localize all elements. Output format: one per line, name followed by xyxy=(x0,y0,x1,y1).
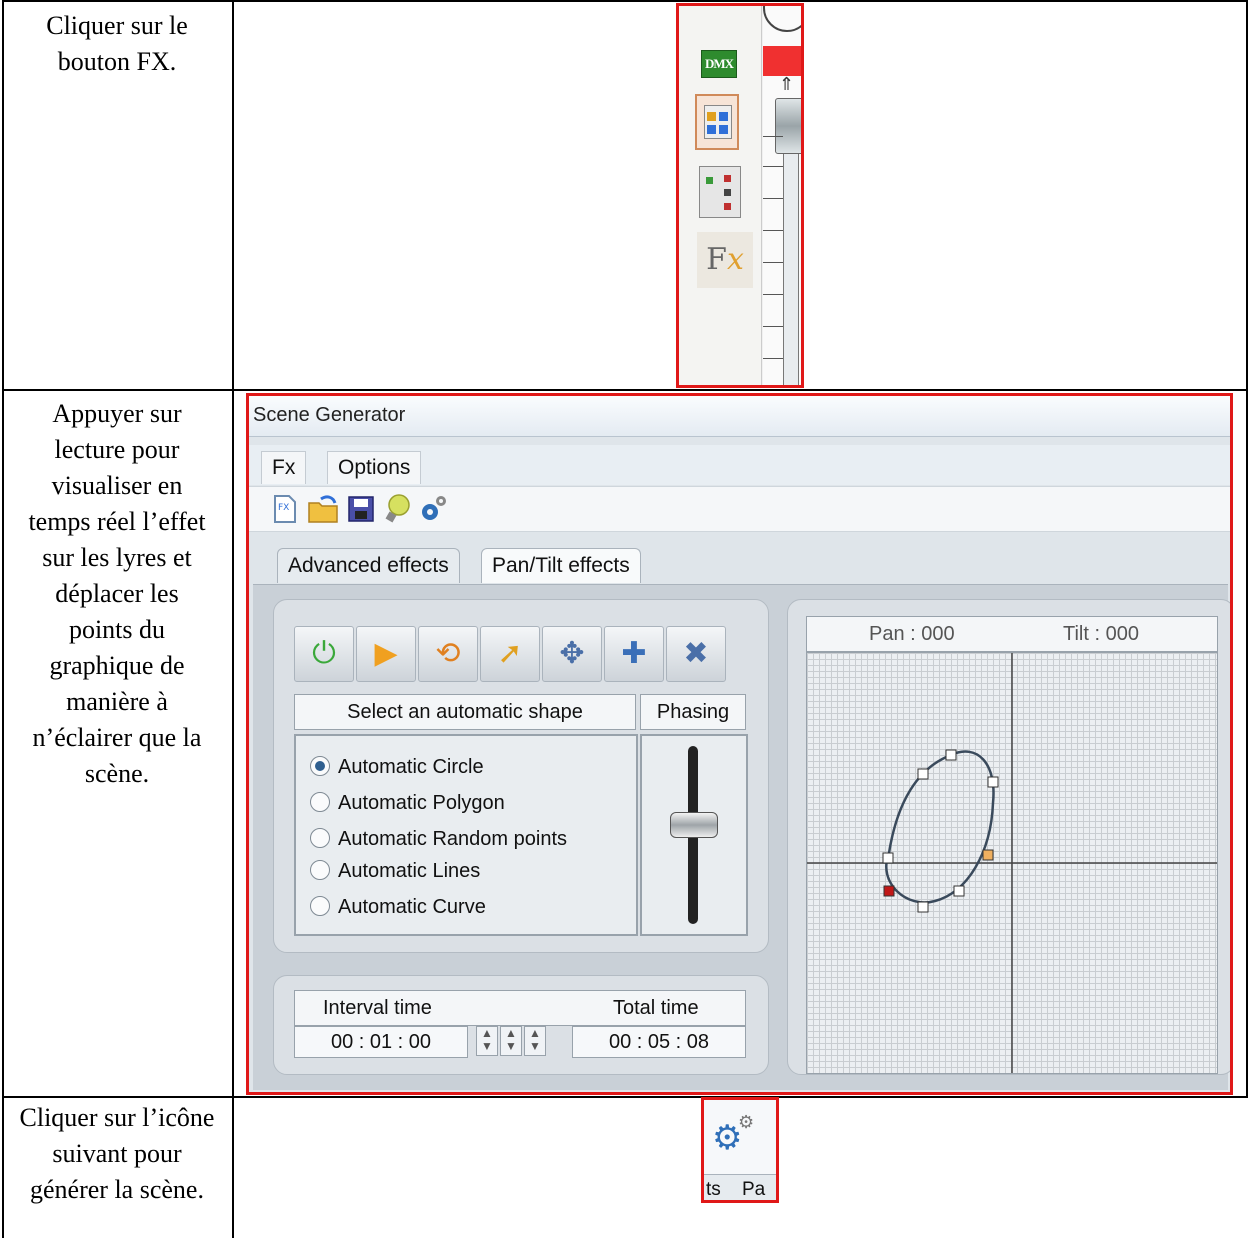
fader-tick xyxy=(763,262,783,263)
shape-option-label: Automatic Lines xyxy=(338,860,481,882)
step-1-text: Cliquer sur le bouton FX. xyxy=(46,11,188,76)
path-point[interactable] xyxy=(987,776,999,788)
fader-tick xyxy=(763,166,783,167)
fader-tick xyxy=(763,136,783,137)
radio[interactable] xyxy=(310,859,330,880)
loop-icon[interactable]: ⟲ xyxy=(418,626,478,682)
row-divider-1 xyxy=(2,389,1248,391)
path-point[interactable] xyxy=(917,901,929,913)
generate-icon-screenshot: ⚙ ⚙ ts Pa xyxy=(701,1097,779,1203)
toolbar: FX xyxy=(249,486,1230,532)
window-title: Scene Generator xyxy=(253,404,406,426)
shape-option-curve[interactable]: Automatic Curve xyxy=(310,892,486,922)
generate-gears-icon[interactable] xyxy=(417,493,449,525)
interval-time-label: Interval time xyxy=(323,997,432,1019)
tab-fragment-left: ts xyxy=(706,1179,721,1200)
radio[interactable] xyxy=(310,827,330,848)
shape-list: Automatic Circle Automatic Polygon Autom… xyxy=(294,734,638,936)
phasing-header: Phasing xyxy=(640,694,746,730)
fader-tick xyxy=(763,198,783,199)
fader-tick xyxy=(763,294,783,295)
instruction-table: Cliquer sur le bouton FX. Appuyer sur le… xyxy=(0,0,1248,1238)
phasing-slider-knob[interactable] xyxy=(670,812,718,838)
up-arrow-icon[interactable]: ⇑ xyxy=(779,74,794,95)
scene-grid-icon[interactable] xyxy=(695,94,739,150)
fx-icon[interactable]: Fx xyxy=(697,232,753,288)
radio[interactable] xyxy=(310,791,330,812)
row-divider-2 xyxy=(2,1096,1248,1098)
shape-option-label: Automatic Random points xyxy=(338,828,568,850)
path-point[interactable] xyxy=(882,852,894,864)
pan-tilt-graph-panel: Pan : 000 Tilt : 000 xyxy=(787,599,1230,1075)
fx-button-screenshot: DMX Fx ⇑ xyxy=(676,3,804,388)
shape-option-circle[interactable]: Automatic Circle xyxy=(310,752,484,782)
shape-option-lines[interactable]: Automatic Lines xyxy=(310,856,480,886)
scene-generator-window: Scene Generator Fx Options FX Advanced e… xyxy=(246,393,1233,1095)
panel-icon[interactable] xyxy=(699,166,741,218)
dmx-icon[interactable]: DMX xyxy=(701,50,737,78)
radio-selected[interactable] xyxy=(310,755,330,776)
tilt-readout: Tilt : 000 xyxy=(1063,623,1139,645)
tab-pan-tilt-effects[interactable]: Pan/Tilt effects xyxy=(481,548,641,583)
fader-tick xyxy=(763,358,783,359)
step-3-text: Cliquer sur l’icône suivant pour générer… xyxy=(19,1103,215,1204)
path-point[interactable] xyxy=(953,885,965,897)
tab-advanced-effects[interactable]: Advanced effects xyxy=(277,548,460,583)
path-point-active[interactable] xyxy=(982,849,994,861)
pan-tilt-panel: ⏻ ▶ ⟲ ➚ ✥ ✚ ✖ Select an automatic shape … xyxy=(253,584,1230,1090)
step-2-text: Appuyer sur lecture pour visualiser en t… xyxy=(28,399,206,788)
time-panel: Interval time Total time 00 : 01 : 00 ▲ ▼… xyxy=(273,975,769,1075)
table-border-top xyxy=(2,0,1248,2)
shape-header: Select an automatic shape xyxy=(294,694,636,730)
shape-control-panel: ⏻ ▶ ⟲ ➚ ✥ ✚ ✖ Select an automatic shape … xyxy=(273,599,769,953)
path-point[interactable] xyxy=(945,749,957,761)
play-icon[interactable]: ▶ xyxy=(356,626,416,682)
delete-point-icon[interactable]: ✖ xyxy=(666,626,726,682)
shape-option-label: Automatic Circle xyxy=(338,756,484,778)
shape-option-polygon[interactable]: Automatic Polygon xyxy=(310,788,505,818)
fader-rail xyxy=(783,126,799,385)
cursor-icon[interactable]: ➚ xyxy=(480,626,540,682)
small-gear-icon: ⚙ xyxy=(738,1112,755,1132)
menu-fx[interactable]: Fx xyxy=(261,451,307,484)
svg-text:FX: FX xyxy=(278,503,289,513)
shape-option-random-points[interactable]: Automatic Random points xyxy=(310,824,567,854)
path-point-selected[interactable] xyxy=(883,885,895,897)
pan-tilt-readout: Pan : 000 Tilt : 000 xyxy=(806,616,1218,652)
fader-knob[interactable] xyxy=(775,98,801,154)
power-icon[interactable]: ⏻ xyxy=(294,626,354,682)
add-point-icon[interactable]: ✚ xyxy=(604,626,664,682)
title-bar: Scene Generator xyxy=(249,396,1230,437)
fader-tick xyxy=(763,326,783,327)
total-time-value: 00 : 05 : 08 xyxy=(572,1026,746,1058)
circle-path xyxy=(885,750,995,904)
shape-option-label: Automatic Polygon xyxy=(338,792,505,814)
tab-strip: Advanced effects Pan/Tilt effects xyxy=(249,544,1230,584)
fader-tick xyxy=(763,230,783,231)
radio[interactable] xyxy=(310,895,330,916)
pan-readout: Pan : 000 xyxy=(869,623,955,645)
tab-fragment: ts Pa xyxy=(704,1174,776,1200)
new-file-icon[interactable]: FX xyxy=(269,493,301,525)
interval-spin-up-down-2[interactable]: ▲ ▼ xyxy=(500,1026,522,1056)
phasing-slider-box xyxy=(640,734,748,936)
pan-tilt-svg xyxy=(807,653,1217,1073)
menu-bar: Fx Options xyxy=(249,445,1230,485)
open-folder-icon[interactable] xyxy=(307,493,339,525)
pan-tilt-graph[interactable] xyxy=(806,652,1218,1074)
total-time-label: Total time xyxy=(613,997,699,1019)
interval-time-value[interactable]: 00 : 01 : 00 xyxy=(294,1026,468,1058)
shape-option-label: Automatic Curve xyxy=(338,896,486,918)
menu-options[interactable]: Options xyxy=(327,451,422,484)
move-icon[interactable]: ✥ xyxy=(542,626,602,682)
fader-level-bar xyxy=(763,46,801,76)
save-icon[interactable] xyxy=(345,493,377,525)
lightbulb-icon[interactable] xyxy=(381,493,413,525)
interval-spin-up-down-3[interactable]: ▲ ▼ xyxy=(524,1026,546,1056)
path-point[interactable] xyxy=(917,768,929,780)
time-header: Interval time Total time xyxy=(294,990,746,1026)
interval-spin-up-down[interactable]: ▲ ▼ xyxy=(476,1026,498,1056)
table-border-middle xyxy=(232,0,234,1238)
tab-fragment-right[interactable]: Pa xyxy=(742,1179,765,1200)
